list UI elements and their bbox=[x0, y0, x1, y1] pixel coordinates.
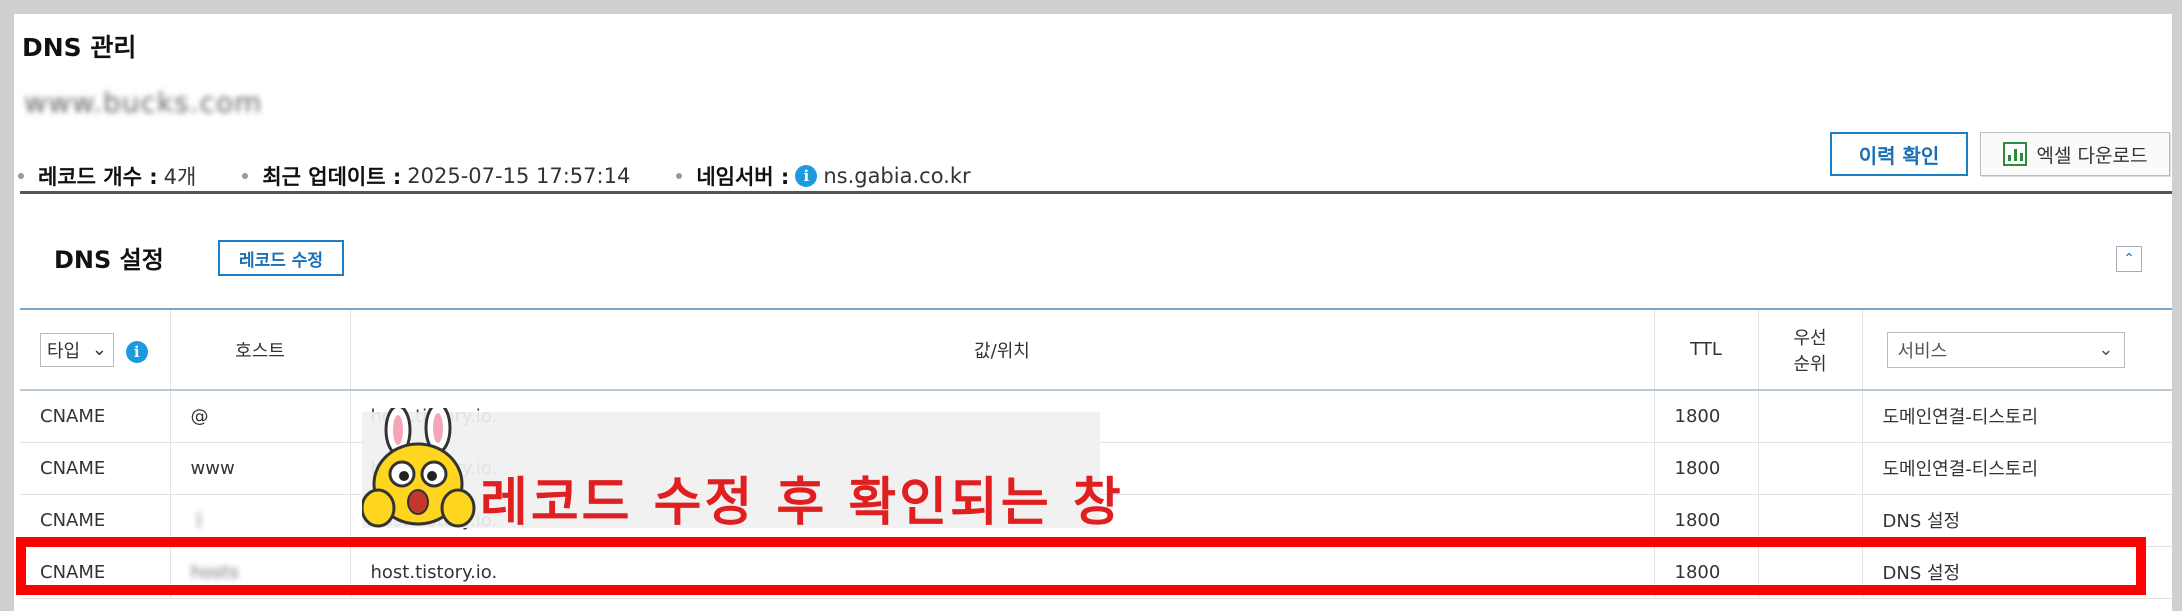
table-header-row: 타입 ⌄ i 호스트 값/위치 TTL 우선 순위 서비스 ⌄ bbox=[20, 310, 2172, 391]
ttl-column-header: TTL bbox=[1654, 310, 1759, 391]
priority-header-line1: 우선 bbox=[1793, 327, 1827, 349]
record-ttl: 1800 bbox=[1654, 390, 1759, 443]
record-service: DNS 설정 bbox=[1862, 494, 2172, 547]
chevron-down-icon: ⌄ bbox=[2098, 339, 2114, 360]
dns-settings-header: DNS 설정 레코드 수정 ⌃ bbox=[20, 194, 2172, 310]
edit-record-button[interactable]: 레코드 수정 bbox=[218, 240, 344, 276]
record-value: host.tistory.io. bbox=[350, 546, 1655, 599]
record-type: CNAME bbox=[20, 442, 171, 495]
last-update-value: 2025-07-15 17:57:14 bbox=[407, 164, 631, 188]
history-button[interactable]: 이력 확인 bbox=[1830, 132, 1968, 176]
record-priority bbox=[1758, 442, 1863, 495]
type-filter-value: 타입 bbox=[47, 340, 81, 362]
record-host: ㅣ bbox=[170, 494, 351, 547]
bullet-icon bbox=[242, 173, 249, 179]
page-title: DNS 관리 bbox=[22, 33, 137, 62]
mascot-sticker-icon bbox=[362, 408, 476, 528]
record-ttl: 1800 bbox=[1654, 494, 1759, 547]
record-host: hosts bbox=[170, 546, 351, 599]
nameserver: 네임서버 : i ns.gabia.co.kr bbox=[676, 161, 971, 191]
table-row[interactable]: CNAME hosts host.tistory.io. 1800 DNS 설정 bbox=[20, 546, 2172, 599]
bullet-icon bbox=[18, 173, 24, 179]
excel-chart-icon bbox=[2002, 142, 2027, 166]
record-priority bbox=[1758, 390, 1863, 443]
record-count-label: 레코드 개수 : bbox=[38, 165, 158, 189]
record-type: CNAME bbox=[20, 390, 171, 443]
record-ttl: 1800 bbox=[1654, 546, 1759, 599]
record-priority bbox=[1758, 546, 1863, 599]
nameserver-label: 네임서버 : bbox=[696, 165, 790, 189]
record-type: CNAME bbox=[20, 494, 171, 547]
record-host: www bbox=[170, 442, 351, 495]
record-ttl: 1800 bbox=[1654, 442, 1759, 495]
collapse-button[interactable]: ⌃ bbox=[2116, 246, 2142, 272]
record-service: 도메인연결-티스토리 bbox=[1862, 390, 2172, 443]
annotation-caption: 레코드 수정 후 확인되는 창 bbox=[480, 473, 1124, 533]
last-update-label: 최근 업데이트 : bbox=[262, 165, 402, 189]
service-filter-value: 서비스 bbox=[1897, 340, 1948, 362]
priority-header-line2: 순위 bbox=[1793, 353, 1827, 375]
section-title: DNS 설정 bbox=[54, 246, 164, 274]
summary-bar: 레코드 개수 : 4개 최근 업데이트 : 2025-07-15 17:57:1… bbox=[18, 156, 1017, 196]
service-filter-select[interactable]: 서비스 ⌄ bbox=[1886, 331, 2125, 368]
bullet-icon bbox=[676, 173, 683, 179]
host-column-header: 호스트 bbox=[170, 310, 351, 391]
record-count-value: 4개 bbox=[163, 165, 197, 189]
type-filter-select[interactable]: 타입 ⌄ bbox=[40, 332, 114, 367]
type-filter-header: 타입 ⌄ i bbox=[20, 310, 171, 391]
chevron-down-icon: ⌄ bbox=[91, 339, 107, 360]
chevron-up-icon: ⌃ bbox=[2123, 251, 2135, 267]
excel-download-label: 엑셀 다운로드 bbox=[2036, 144, 2148, 167]
info-icon[interactable]: i bbox=[125, 340, 148, 363]
nameserver-value: ns.gabia.co.kr bbox=[823, 164, 971, 188]
value-column-header: 값/위치 bbox=[350, 310, 1655, 391]
record-service: 도메인연결-티스토리 bbox=[1862, 442, 2172, 495]
record-host: @ bbox=[170, 390, 351, 443]
info-icon[interactable]: i bbox=[795, 165, 818, 187]
last-update: 최근 업데이트 : 2025-07-15 17:57:14 bbox=[242, 161, 630, 191]
record-count: 레코드 개수 : 4개 bbox=[18, 161, 196, 191]
record-type: CNAME bbox=[20, 546, 171, 599]
priority-column-header: 우선 순위 bbox=[1758, 310, 1863, 391]
domain-name-masked: www.bucks.com bbox=[24, 86, 263, 119]
record-service: DNS 설정 bbox=[1862, 546, 2172, 599]
record-priority bbox=[1758, 494, 1863, 547]
excel-download-button[interactable]: 엑셀 다운로드 bbox=[1980, 132, 2170, 176]
service-filter-header: 서비스 ⌄ bbox=[1862, 310, 2172, 391]
